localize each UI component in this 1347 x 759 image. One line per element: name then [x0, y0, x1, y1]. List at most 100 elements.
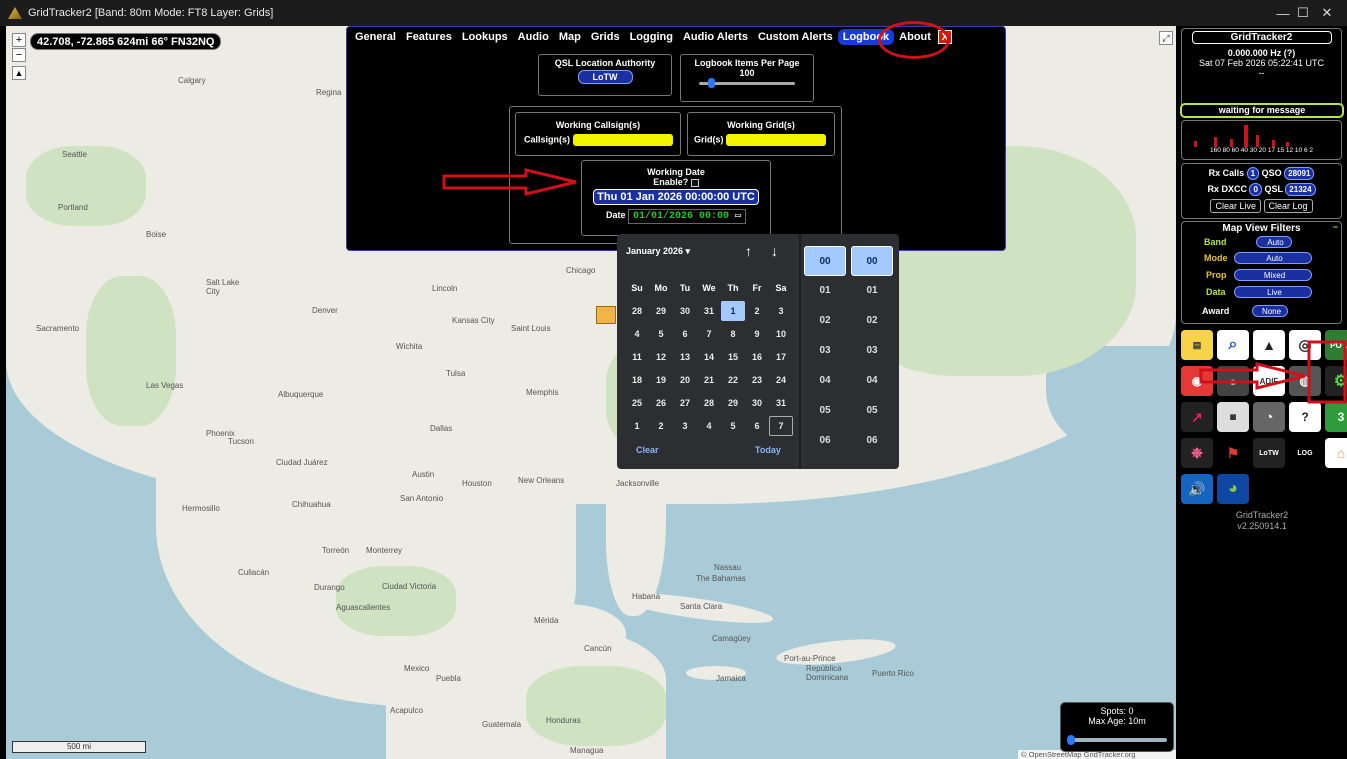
hour-option[interactable]: 03	[804, 336, 846, 366]
hour-option-selected[interactable]: 00	[804, 246, 846, 276]
calendar-day[interactable]: 14	[697, 352, 721, 362]
grid-square-marker[interactable]	[596, 306, 616, 324]
minute-column[interactable]: 00 01 02 03 04 05 06	[851, 246, 893, 456]
calendar-day[interactable]: 24	[769, 375, 793, 385]
tab-custom-alerts[interactable]: Custom Alerts	[753, 29, 838, 45]
clear-log-button[interactable]: Clear Log	[1263, 199, 1313, 213]
calendar-day[interactable]: 13	[673, 352, 697, 362]
hour-option[interactable]: 06	[804, 426, 846, 456]
calendar-day[interactable]: 16	[745, 352, 769, 362]
calendar-day[interactable]: 10	[769, 329, 793, 339]
calendar-day[interactable]: 22	[721, 375, 745, 385]
calendar-day[interactable]: 5	[649, 329, 673, 339]
calendar-day[interactable]: 20	[673, 375, 697, 385]
counter-icon[interactable]: 3	[1325, 402, 1347, 432]
calendar-day[interactable]: 2	[649, 421, 673, 431]
calendar-day[interactable]: 8	[721, 329, 745, 339]
calendar-day[interactable]: 17	[769, 352, 793, 362]
calendar-day[interactable]: 26	[649, 398, 673, 408]
earth-icon[interactable]: ◕	[1217, 474, 1249, 504]
hour-option[interactable]: 05	[804, 396, 846, 426]
minute-option-selected[interactable]: 00	[851, 246, 893, 276]
calendar-day[interactable]: 23	[745, 375, 769, 385]
north-arrow-icon[interactable]: ▲	[12, 66, 26, 80]
date-time-input[interactable]: 01/01/2026 00:00 ▭	[627, 209, 747, 224]
calendar-day[interactable]: 21	[697, 375, 721, 385]
calendar-day[interactable]: 30	[673, 306, 697, 316]
calendar-day[interactable]: 18	[625, 375, 649, 385]
home-icon[interactable]: ⌂	[1325, 438, 1347, 468]
mode-filter-select[interactable]: Auto	[1234, 252, 1312, 264]
log-icon[interactable]: LOG	[1289, 438, 1321, 468]
calendar-day[interactable]: 15	[721, 352, 745, 362]
calendar-day[interactable]: 11	[625, 352, 649, 362]
calendar-day[interactable]: 4	[697, 421, 721, 431]
calendar-day[interactable]: 3	[769, 306, 793, 316]
speaker-icon[interactable]: 🔊	[1181, 474, 1213, 504]
calendar-day[interactable]: 28	[697, 398, 721, 408]
collapse-filters-button[interactable]: −	[1333, 222, 1338, 232]
calendar-day[interactable]: 6	[745, 421, 769, 431]
minute-option[interactable]: 03	[851, 336, 893, 366]
screen-icon[interactable]: ▦	[1217, 402, 1249, 432]
hour-column[interactable]: 00 01 02 03 04 05 06	[804, 246, 846, 456]
zoom-out-button[interactable]: −	[12, 48, 26, 62]
hour-option[interactable]: 02	[804, 306, 846, 336]
calendar-day-selected[interactable]: 1	[721, 300, 745, 321]
tab-audio-alerts[interactable]: Audio Alerts	[678, 29, 753, 45]
chart-icon[interactable]: ↗	[1181, 402, 1213, 432]
next-month-button[interactable]: ↓	[771, 243, 778, 259]
minute-option[interactable]: 04	[851, 366, 893, 396]
callsign-input[interactable]	[572, 134, 673, 146]
award-filter-select[interactable]: None	[1252, 305, 1288, 317]
calendar-day[interactable]: 29	[721, 398, 745, 408]
lotw-icon[interactable]: LoTW	[1253, 438, 1285, 468]
items-per-page-slider-knob[interactable]	[707, 78, 715, 88]
calendar-day[interactable]: 9	[745, 329, 769, 339]
minute-option[interactable]: 01	[851, 276, 893, 306]
prop-filter-select[interactable]: Mixed	[1234, 269, 1312, 281]
calendar-day[interactable]: 28	[625, 306, 649, 316]
calendar-day[interactable]: 30	[745, 398, 769, 408]
tab-features[interactable]: Features	[401, 29, 457, 45]
max-age-slider[interactable]	[1067, 738, 1167, 742]
zoom-in-button[interactable]: +	[12, 33, 26, 47]
expand-icon[interactable]: ⤢	[1159, 31, 1173, 45]
pin-icon[interactable]: ⚑	[1217, 438, 1249, 468]
minute-option[interactable]: 06	[851, 426, 893, 456]
band-filter-select[interactable]: Auto	[1256, 236, 1292, 248]
data-filter-select[interactable]: Live	[1234, 286, 1312, 298]
tab-general[interactable]: General	[350, 29, 401, 45]
calendar-day[interactable]: 27	[673, 398, 697, 408]
qsl-authority-select[interactable]: LoTW	[577, 70, 633, 84]
close-window-button[interactable]: ✕	[1307, 0, 1347, 26]
calendar-day[interactable]: 1	[625, 421, 649, 431]
clear-live-button[interactable]: Clear Live	[1210, 199, 1261, 213]
items-per-page-slider[interactable]	[699, 78, 795, 88]
calendar-day[interactable]: 31	[769, 398, 793, 408]
hour-option[interactable]: 01	[804, 276, 846, 306]
calendar-day[interactable]: 29	[649, 306, 673, 316]
tab-audio[interactable]: Audio	[513, 29, 554, 45]
calendar-day[interactable]: 3	[673, 421, 697, 431]
dial-icon[interactable]: ◔	[1253, 402, 1285, 432]
tab-grids[interactable]: Grids	[586, 29, 625, 45]
calendar-day[interactable]: 31	[697, 306, 721, 316]
calendar-day[interactable]: 6	[673, 329, 697, 339]
tab-logging[interactable]: Logging	[625, 29, 678, 45]
enable-checkbox[interactable]	[690, 178, 699, 187]
calendar-day[interactable]: 7	[697, 329, 721, 339]
calendar-day[interactable]: 19	[649, 375, 673, 385]
clear-date-button[interactable]: Clear	[636, 445, 659, 455]
month-selector[interactable]: January 2026 ▾	[626, 246, 690, 257]
today-button[interactable]: Today	[755, 445, 781, 455]
calendar-icon[interactable]: ▭	[735, 211, 741, 222]
nodes-icon[interactable]: ❉	[1181, 438, 1213, 468]
help-icon[interactable]: ?	[1289, 402, 1321, 432]
minute-option[interactable]: 02	[851, 306, 893, 336]
prev-month-button[interactable]: ↑	[745, 243, 752, 259]
calendar-day-today[interactable]: 7	[769, 415, 793, 436]
minute-option[interactable]: 05	[851, 396, 893, 426]
calendar-day[interactable]: 12	[649, 352, 673, 362]
tab-map[interactable]: Map	[554, 29, 586, 45]
